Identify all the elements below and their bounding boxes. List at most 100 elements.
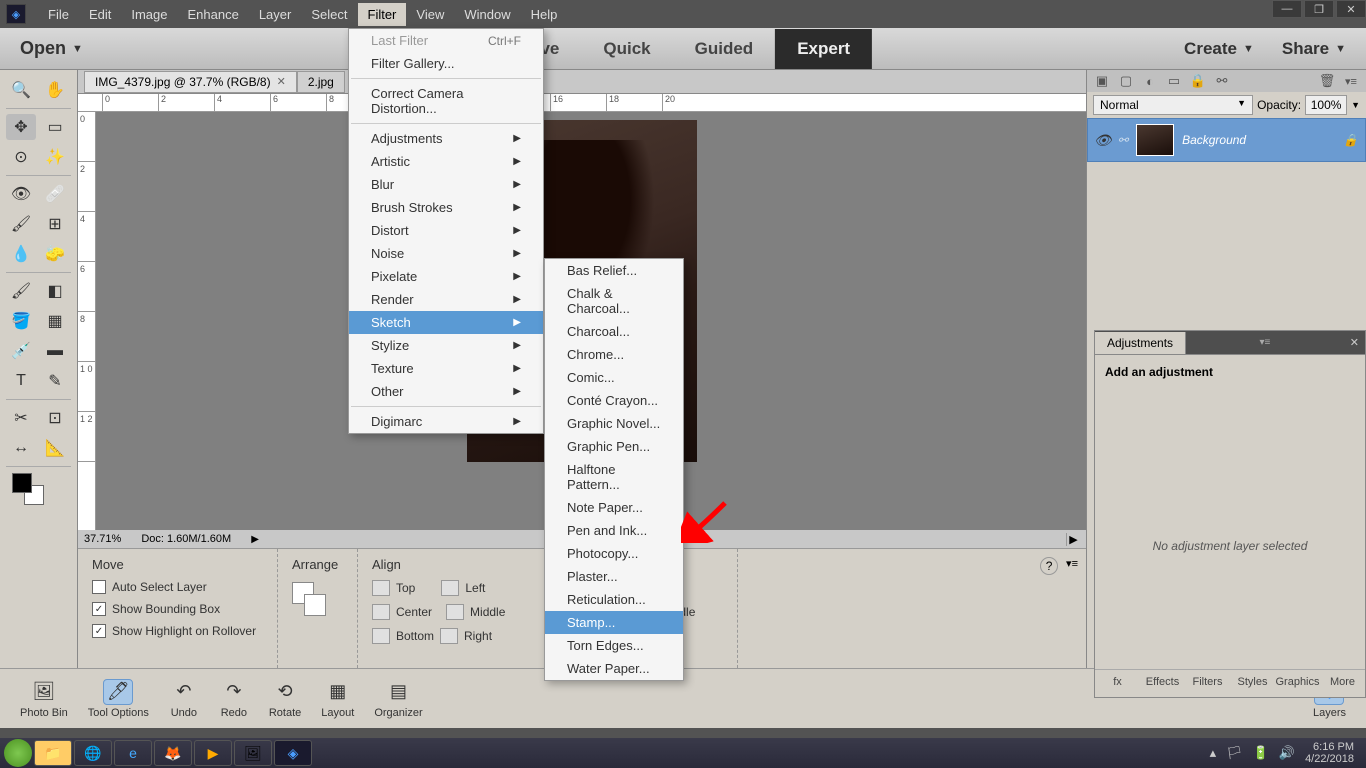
healing-tool[interactable]: 🩹: [40, 181, 70, 207]
straighten-tool[interactable]: 📐: [40, 435, 70, 461]
document-tab[interactable]: 2.jpg: [297, 71, 345, 93]
color-swatches[interactable]: [2, 469, 75, 509]
tray-battery-icon[interactable]: 🔋: [1253, 745, 1269, 761]
tray-flag-icon[interactable]: 🏳: [1226, 745, 1243, 761]
layer-group-icon[interactable]: ▢: [1117, 72, 1135, 90]
menu-file[interactable]: File: [38, 3, 79, 26]
menu-item-brush-strokes[interactable]: Brush Strokes▶: [349, 196, 543, 219]
brush-tool[interactable]: 🖌: [6, 278, 36, 304]
submenu-item-comic---[interactable]: Comic...: [545, 366, 683, 389]
footer-more[interactable]: More: [1320, 670, 1365, 697]
submenu-item-graphic-novel---[interactable]: Graphic Novel...: [545, 412, 683, 435]
smart-brush-tool[interactable]: 🖌: [6, 211, 36, 237]
mode-tab-expert[interactable]: Expert: [775, 29, 872, 69]
menu-filter[interactable]: Filter: [358, 3, 407, 26]
share-button[interactable]: Share ▼: [1282, 39, 1346, 59]
taskbar-media[interactable]: ▶: [194, 740, 232, 766]
mode-tab-guided[interactable]: Guided: [673, 29, 776, 69]
bottom-layout[interactable]: ▦Layout: [311, 679, 364, 719]
menu-help[interactable]: Help: [521, 3, 568, 26]
link-icon[interactable]: ⚯: [1213, 72, 1231, 90]
bottom-redo[interactable]: ↷Redo: [209, 679, 259, 719]
zoom-tool[interactable]: 🔍: [6, 77, 36, 103]
menu-view[interactable]: View: [406, 3, 454, 26]
opacity-input[interactable]: 100%: [1305, 95, 1347, 115]
menu-layer[interactable]: Layer: [249, 3, 302, 26]
marquee-tool[interactable]: ▭: [40, 114, 70, 140]
menu-select[interactable]: Select: [301, 3, 357, 26]
create-button[interactable]: Create ▼: [1184, 39, 1254, 59]
submenu-item-pen-and-ink---[interactable]: Pen and Ink...: [545, 519, 683, 542]
lock-icon[interactable]: 🔒: [1189, 72, 1207, 90]
checkbox[interactable]: [92, 580, 106, 594]
menu-item-distort[interactable]: Distort▶: [349, 219, 543, 242]
menu-item-sketch[interactable]: Sketch▶: [349, 311, 543, 334]
menu-enhance[interactable]: Enhance: [178, 3, 249, 26]
align-right-icon[interactable]: [440, 628, 458, 644]
taskbar-firefox[interactable]: 🦊: [154, 740, 192, 766]
align-top-icon[interactable]: [372, 580, 390, 596]
layer-row[interactable]: 👁 ⚯ Background 🔒: [1087, 118, 1366, 162]
magic-wand-tool[interactable]: ✨: [40, 144, 70, 170]
menu-edit[interactable]: Edit: [79, 3, 121, 26]
close-icon[interactable]: ✕: [277, 75, 286, 88]
mask-icon[interactable]: ▭: [1165, 72, 1183, 90]
eraser-tool[interactable]: ◧: [40, 278, 70, 304]
checkbox[interactable]: ✓: [92, 602, 106, 616]
clone-stamp-tool[interactable]: ⊞: [40, 211, 70, 237]
submenu-item-bas-relief---[interactable]: Bas Relief...: [545, 259, 683, 282]
move-tool[interactable]: ✥: [6, 114, 36, 140]
submenu-item-water-paper---[interactable]: Water Paper...: [545, 657, 683, 680]
submenu-item-plaster---[interactable]: Plaster...: [545, 565, 683, 588]
arrow-right-icon[interactable]: ▶: [251, 534, 259, 545]
menu-item-artistic[interactable]: Artistic▶: [349, 150, 543, 173]
adjustment-layer-icon[interactable]: ◐: [1141, 72, 1159, 90]
submenu-item-stamp---[interactable]: Stamp...: [545, 611, 683, 634]
trash-icon[interactable]: 🗑: [1318, 72, 1336, 90]
pencil-tool[interactable]: ✎: [40, 368, 70, 394]
tray-up-icon[interactable]: ▴: [1210, 745, 1217, 761]
menu-item-filter-gallery---[interactable]: Filter Gallery...: [349, 52, 543, 75]
align-middle-icon[interactable]: [446, 604, 464, 620]
taskbar-photos[interactable]: 🖼: [234, 740, 272, 766]
submenu-item-halftone-pattern---[interactable]: Halftone Pattern...: [545, 458, 683, 496]
panel-menu-icon[interactable]: ▾≡: [1253, 337, 1276, 348]
hand-tool[interactable]: ✋: [40, 77, 70, 103]
gradient-tool[interactable]: ▦: [40, 308, 70, 334]
minimize-button[interactable]: —: [1272, 0, 1302, 18]
align-bottom-icon[interactable]: [372, 628, 390, 644]
bottom-organizer[interactable]: ▤Organizer: [364, 679, 432, 719]
arrange-icon[interactable]: [304, 594, 326, 616]
footer-graphics[interactable]: Graphics: [1275, 670, 1320, 697]
sponge-tool[interactable]: 🧽: [40, 241, 70, 267]
link-icon[interactable]: ⚯: [1118, 133, 1128, 147]
visibility-icon[interactable]: 👁: [1094, 132, 1110, 149]
submenu-item-cont--crayon---[interactable]: Conté Crayon...: [545, 389, 683, 412]
zoom-level[interactable]: 37.71%: [84, 533, 121, 545]
checkbox[interactable]: ✓: [92, 624, 106, 638]
open-button[interactable]: Open ▼: [20, 38, 83, 59]
menu-item-correct-camera-distortion---[interactable]: Correct Camera Distortion...: [349, 82, 543, 120]
submenu-item-chrome---[interactable]: Chrome...: [545, 343, 683, 366]
align-center-icon[interactable]: [372, 604, 390, 620]
footer-filters[interactable]: Filters: [1185, 670, 1230, 697]
layer-name[interactable]: Background: [1182, 133, 1246, 147]
submenu-item-note-paper---[interactable]: Note Paper...: [545, 496, 683, 519]
footer-styles[interactable]: Styles: [1230, 670, 1275, 697]
menu-image[interactable]: Image: [121, 3, 177, 26]
bottom-rotate[interactable]: ⟲Rotate: [259, 679, 311, 719]
new-layer-icon[interactable]: ▣: [1093, 72, 1111, 90]
scroll-arrow[interactable]: ▶: [1066, 533, 1080, 546]
bottom-photo-bin[interactable]: 🖼Photo Bin: [10, 679, 78, 719]
menu-item-render[interactable]: Render▶: [349, 288, 543, 311]
foreground-swatch[interactable]: [12, 473, 32, 493]
submenu-item-torn-edges---[interactable]: Torn Edges...: [545, 634, 683, 657]
start-button[interactable]: [4, 739, 32, 767]
crop-tool[interactable]: ✂: [6, 405, 36, 431]
blur-tool[interactable]: 💧: [6, 241, 36, 267]
menu-window[interactable]: Window: [454, 3, 520, 26]
menu-item-pixelate[interactable]: Pixelate▶: [349, 265, 543, 288]
menu-item-texture[interactable]: Texture▶: [349, 357, 543, 380]
clock[interactable]: 6:16 PM 4/22/2018: [1305, 741, 1354, 765]
taskbar-pse[interactable]: ◈: [274, 740, 312, 766]
